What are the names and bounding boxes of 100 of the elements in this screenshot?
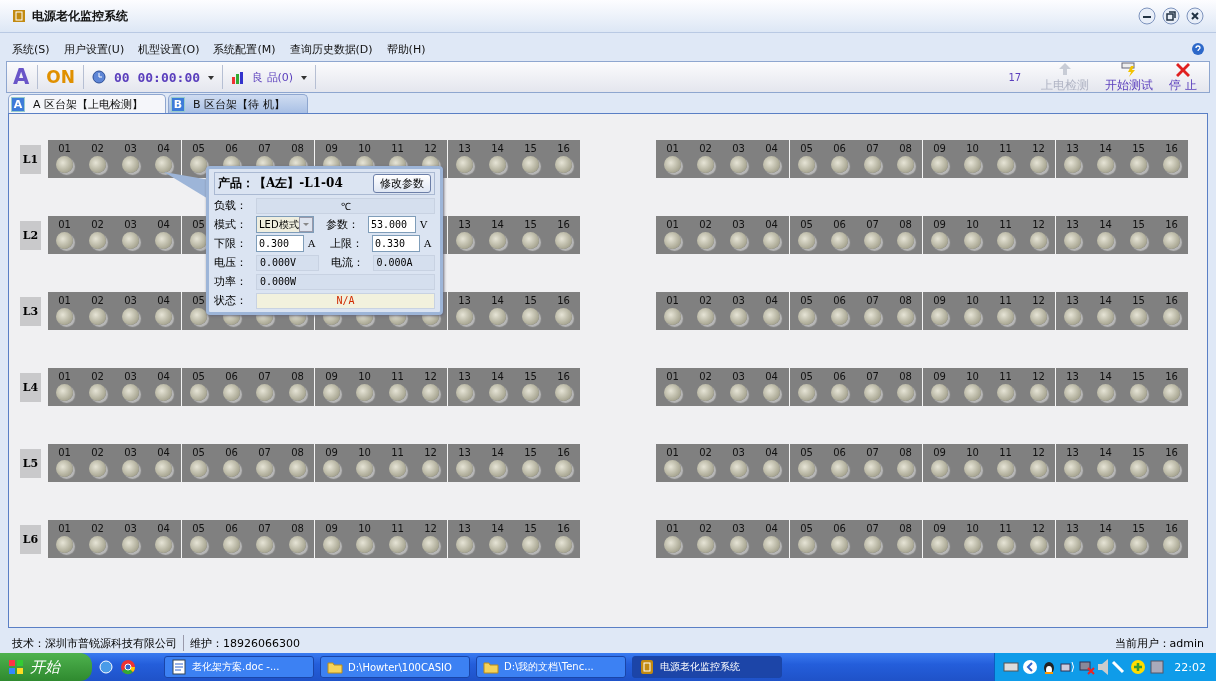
- indicator-lamp[interactable]: [190, 384, 207, 401]
- indicator-lamp[interactable]: [522, 232, 539, 249]
- indicator-lamp[interactable]: [730, 384, 747, 401]
- indicator-lamp[interactable]: [730, 308, 747, 325]
- indicator-lamp[interactable]: [897, 460, 914, 477]
- indicator-lamp[interactable]: [1030, 232, 1047, 249]
- number-field[interactable]: 53.000: [368, 216, 416, 233]
- indicator-lamp[interactable]: [664, 384, 681, 401]
- indicator-lamp[interactable]: [256, 460, 273, 477]
- indicator-lamp[interactable]: [831, 384, 848, 401]
- indicator-lamp[interactable]: [555, 384, 572, 401]
- menu-item[interactable]: 查询历史数据(D): [289, 41, 373, 57]
- toolbar-button[interactable]: 停 止: [1165, 60, 1201, 94]
- indicator-lamp[interactable]: [356, 536, 373, 553]
- indicator-lamp[interactable]: [356, 384, 373, 401]
- indicator-lamp[interactable]: [864, 232, 881, 249]
- indicator-lamp[interactable]: [931, 384, 948, 401]
- taskbar-button[interactable]: 老化架方案.doc -...: [164, 656, 314, 678]
- indicator-lamp[interactable]: [555, 232, 572, 249]
- indicator-lamp[interactable]: [897, 384, 914, 401]
- indicator-lamp[interactable]: [697, 384, 714, 401]
- indicator-lamp[interactable]: [122, 536, 139, 553]
- indicator-lamp[interactable]: [389, 460, 406, 477]
- indicator-lamp[interactable]: [489, 232, 506, 249]
- indicator-lamp[interactable]: [89, 384, 106, 401]
- indicator-lamp[interactable]: [798, 308, 815, 325]
- indicator-lamp[interactable]: [697, 156, 714, 173]
- indicator-lamp[interactable]: [422, 536, 439, 553]
- indicator-lamp[interactable]: [798, 384, 815, 401]
- indicator-lamp[interactable]: [997, 460, 1014, 477]
- indicator-lamp[interactable]: [289, 536, 306, 553]
- indicator-lamp[interactable]: [1130, 460, 1147, 477]
- indicator-lamp[interactable]: [997, 156, 1014, 173]
- indicator-lamp[interactable]: [664, 460, 681, 477]
- indicator-lamp[interactable]: [155, 232, 172, 249]
- indicator-lamp[interactable]: [730, 156, 747, 173]
- indicator-lamp[interactable]: [931, 536, 948, 553]
- indicator-lamp[interactable]: [664, 308, 681, 325]
- indicator-lamp[interactable]: [1097, 232, 1114, 249]
- indicator-lamp[interactable]: [155, 536, 172, 553]
- indicator-lamp[interactable]: [223, 384, 240, 401]
- mode-select[interactable]: LED模式: [256, 216, 314, 233]
- indicator-lamp[interactable]: [1030, 384, 1047, 401]
- indicator-lamp[interactable]: [730, 232, 747, 249]
- indicator-lamp[interactable]: [1097, 536, 1114, 553]
- indicator-lamp[interactable]: [664, 232, 681, 249]
- indicator-lamp[interactable]: [831, 232, 848, 249]
- indicator-lamp[interactable]: [763, 156, 780, 173]
- indicator-lamp[interactable]: [1130, 232, 1147, 249]
- taskbar-button[interactable]: D:\Howter\100CASIO: [320, 656, 470, 678]
- indicator-lamp[interactable]: [997, 308, 1014, 325]
- indicator-lamp[interactable]: [155, 156, 172, 173]
- indicator-lamp[interactable]: [664, 156, 681, 173]
- indicator-lamp[interactable]: [664, 536, 681, 553]
- number-field[interactable]: 0.300: [256, 235, 304, 252]
- indicator-lamp[interactable]: [1064, 460, 1081, 477]
- indicator-lamp[interactable]: [1030, 308, 1047, 325]
- indicator-lamp[interactable]: [89, 536, 106, 553]
- indicator-lamp[interactable]: [897, 232, 914, 249]
- indicator-lamp[interactable]: [456, 156, 473, 173]
- indicator-lamp[interactable]: [456, 536, 473, 553]
- indicator-lamp[interactable]: [897, 156, 914, 173]
- indicator-lamp[interactable]: [1064, 156, 1081, 173]
- indicator-lamp[interactable]: [931, 156, 948, 173]
- indicator-lamp[interactable]: [931, 460, 948, 477]
- indicator-lamp[interactable]: [522, 156, 539, 173]
- indicator-lamp[interactable]: [155, 460, 172, 477]
- indicator-lamp[interactable]: [964, 384, 981, 401]
- indicator-lamp[interactable]: [522, 308, 539, 325]
- indicator-lamp[interactable]: [697, 308, 714, 325]
- indicator-lamp[interactable]: [730, 460, 747, 477]
- indicator-lamp[interactable]: [522, 536, 539, 553]
- menu-item[interactable]: 系统配置(M): [213, 41, 276, 57]
- indicator-lamp[interactable]: [1030, 156, 1047, 173]
- indicator-lamp[interactable]: [256, 536, 273, 553]
- indicator-lamp[interactable]: [1130, 384, 1147, 401]
- indicator-lamp[interactable]: [831, 536, 848, 553]
- indicator-lamp[interactable]: [56, 156, 73, 173]
- indicator-lamp[interactable]: [997, 384, 1014, 401]
- indicator-lamp[interactable]: [964, 536, 981, 553]
- indicator-lamp[interactable]: [1097, 308, 1114, 325]
- indicator-lamp[interactable]: [223, 536, 240, 553]
- indicator-lamp[interactable]: [456, 232, 473, 249]
- menu-item[interactable]: 帮助(H): [386, 41, 426, 57]
- indicator-lamp[interactable]: [89, 232, 106, 249]
- indicator-lamp[interactable]: [697, 460, 714, 477]
- indicator-lamp[interactable]: [289, 460, 306, 477]
- indicator-lamp[interactable]: [422, 460, 439, 477]
- indicator-lamp[interactable]: [864, 536, 881, 553]
- indicator-lamp[interactable]: [798, 232, 815, 249]
- indicator-lamp[interactable]: [1097, 460, 1114, 477]
- indicator-lamp[interactable]: [1163, 156, 1180, 173]
- indicator-lamp[interactable]: [931, 232, 948, 249]
- indicator-lamp[interactable]: [522, 384, 539, 401]
- indicator-lamp[interactable]: [489, 156, 506, 173]
- indicator-lamp[interactable]: [997, 536, 1014, 553]
- indicator-lamp[interactable]: [1030, 460, 1047, 477]
- indicator-lamp[interactable]: [456, 308, 473, 325]
- indicator-lamp[interactable]: [56, 308, 73, 325]
- indicator-lamp[interactable]: [697, 232, 714, 249]
